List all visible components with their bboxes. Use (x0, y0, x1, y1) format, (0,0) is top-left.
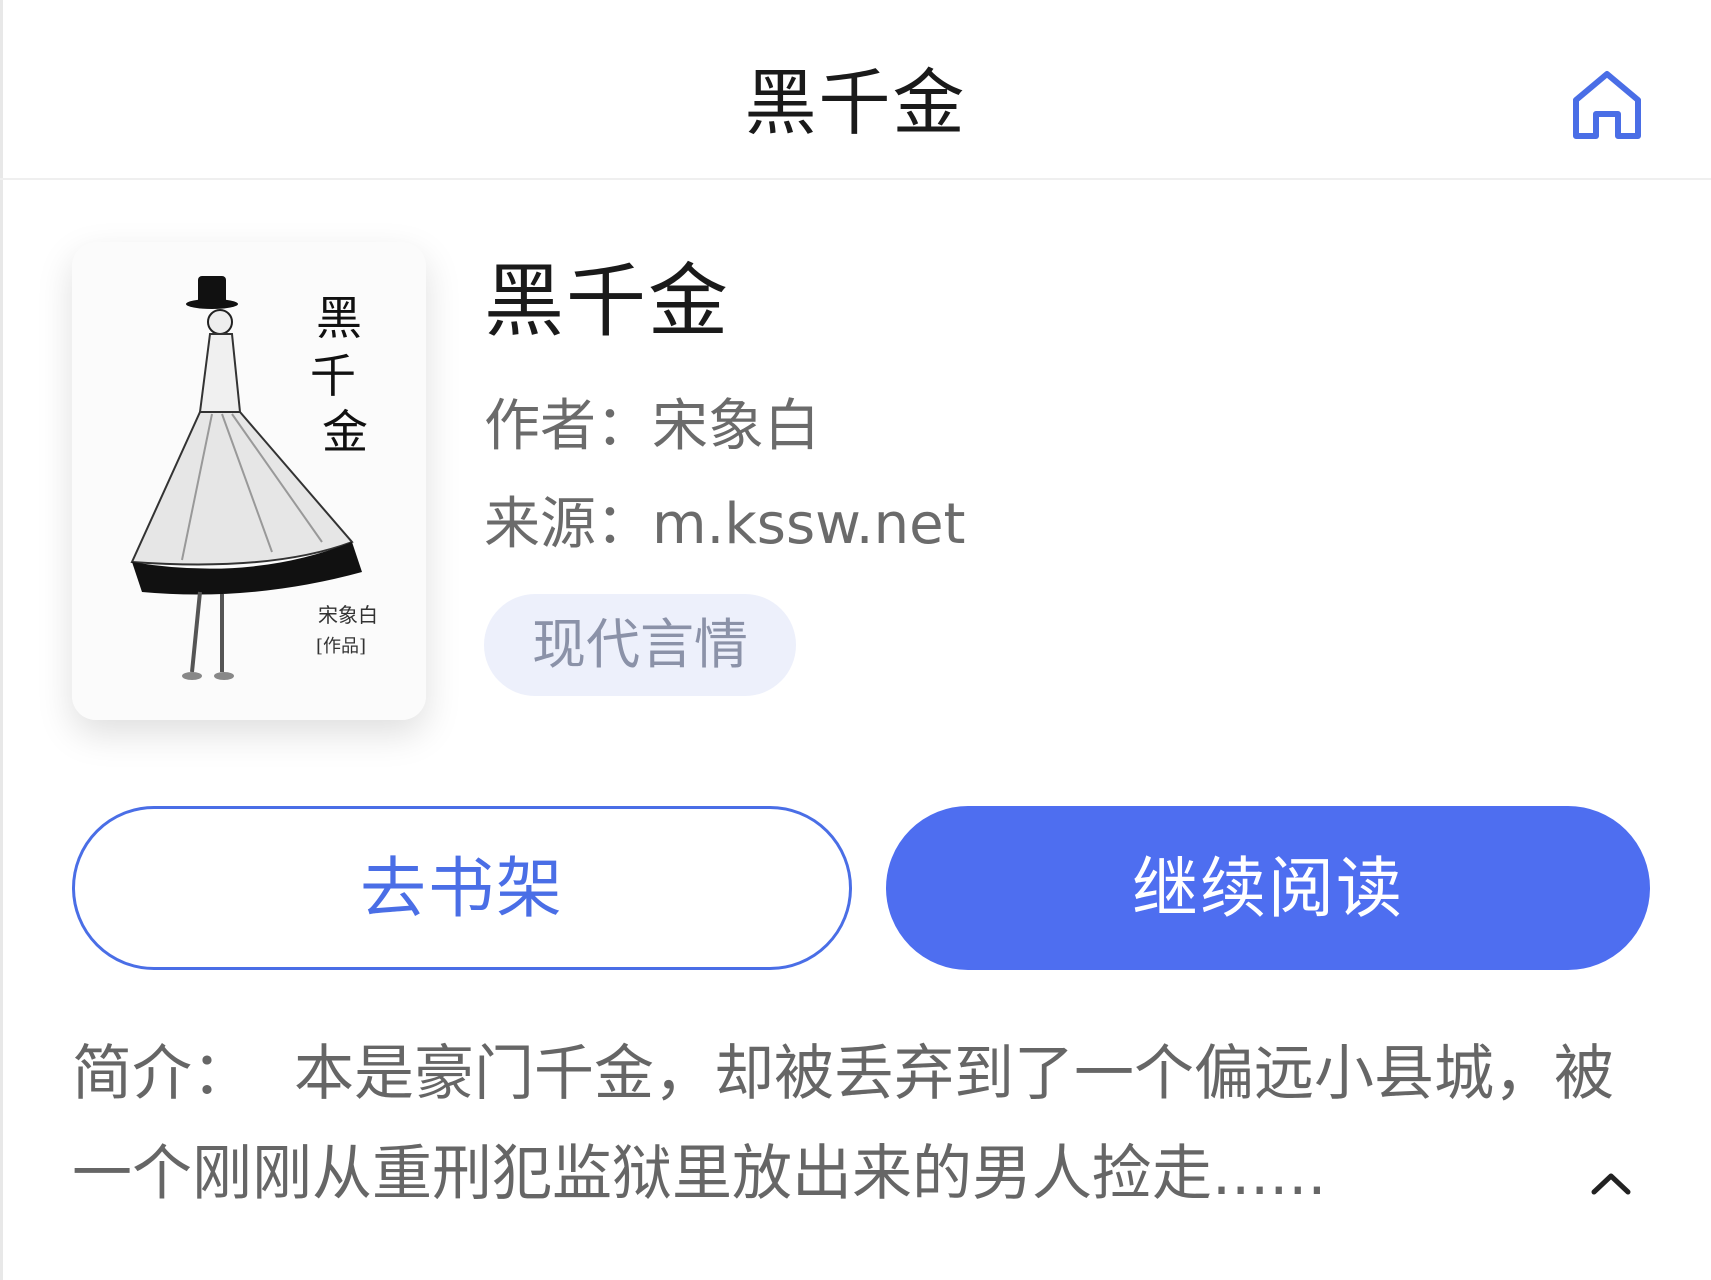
cover-author: 宋象白 (318, 603, 378, 627)
home-button[interactable] (1566, 64, 1648, 146)
book-cover[interactable]: 黑 千 金 宋象白 [作品] (72, 242, 426, 720)
intro-text: 本是豪门千金，却被丢弃到了一个偏远小县城，被一个刚刚从重刑犯监狱里放出来的男人捡… (72, 1039, 1614, 1209)
cover-title-char-3: 金 (322, 405, 368, 459)
cover-suffix: [作品] (316, 636, 366, 657)
book-source: 来源：m.kssw.net (484, 492, 966, 557)
book-title: 黑千金 (484, 255, 730, 348)
book-author: 作者：宋象白 (484, 394, 820, 459)
genre-tag[interactable]: 现代言情 (484, 594, 796, 696)
page-edge (0, 0, 3, 1280)
collapse-intro-button[interactable] (1588, 1168, 1634, 1198)
home-icon (1573, 71, 1641, 139)
intro-label: 简介： (72, 1039, 252, 1109)
go-to-bookshelf-button[interactable]: 去书架 (72, 806, 852, 970)
cover-title-char-2: 千 (310, 349, 356, 403)
book-intro: 简介： 本是豪门千金，却被丢弃到了一个偏远小县城，被一个刚刚从重刑犯监狱里放出来的… (72, 1024, 1652, 1224)
chevron-up-icon (1591, 1173, 1631, 1195)
cover-title-char-1: 黑 (316, 291, 362, 345)
cover-illustration: 黑 千 金 宋象白 [作品] (72, 242, 426, 720)
page-title: 黑千金 (744, 61, 967, 145)
continue-reading-button[interactable]: 继续阅读 (886, 806, 1650, 970)
top-bar: 黑千金 (0, 0, 1711, 180)
